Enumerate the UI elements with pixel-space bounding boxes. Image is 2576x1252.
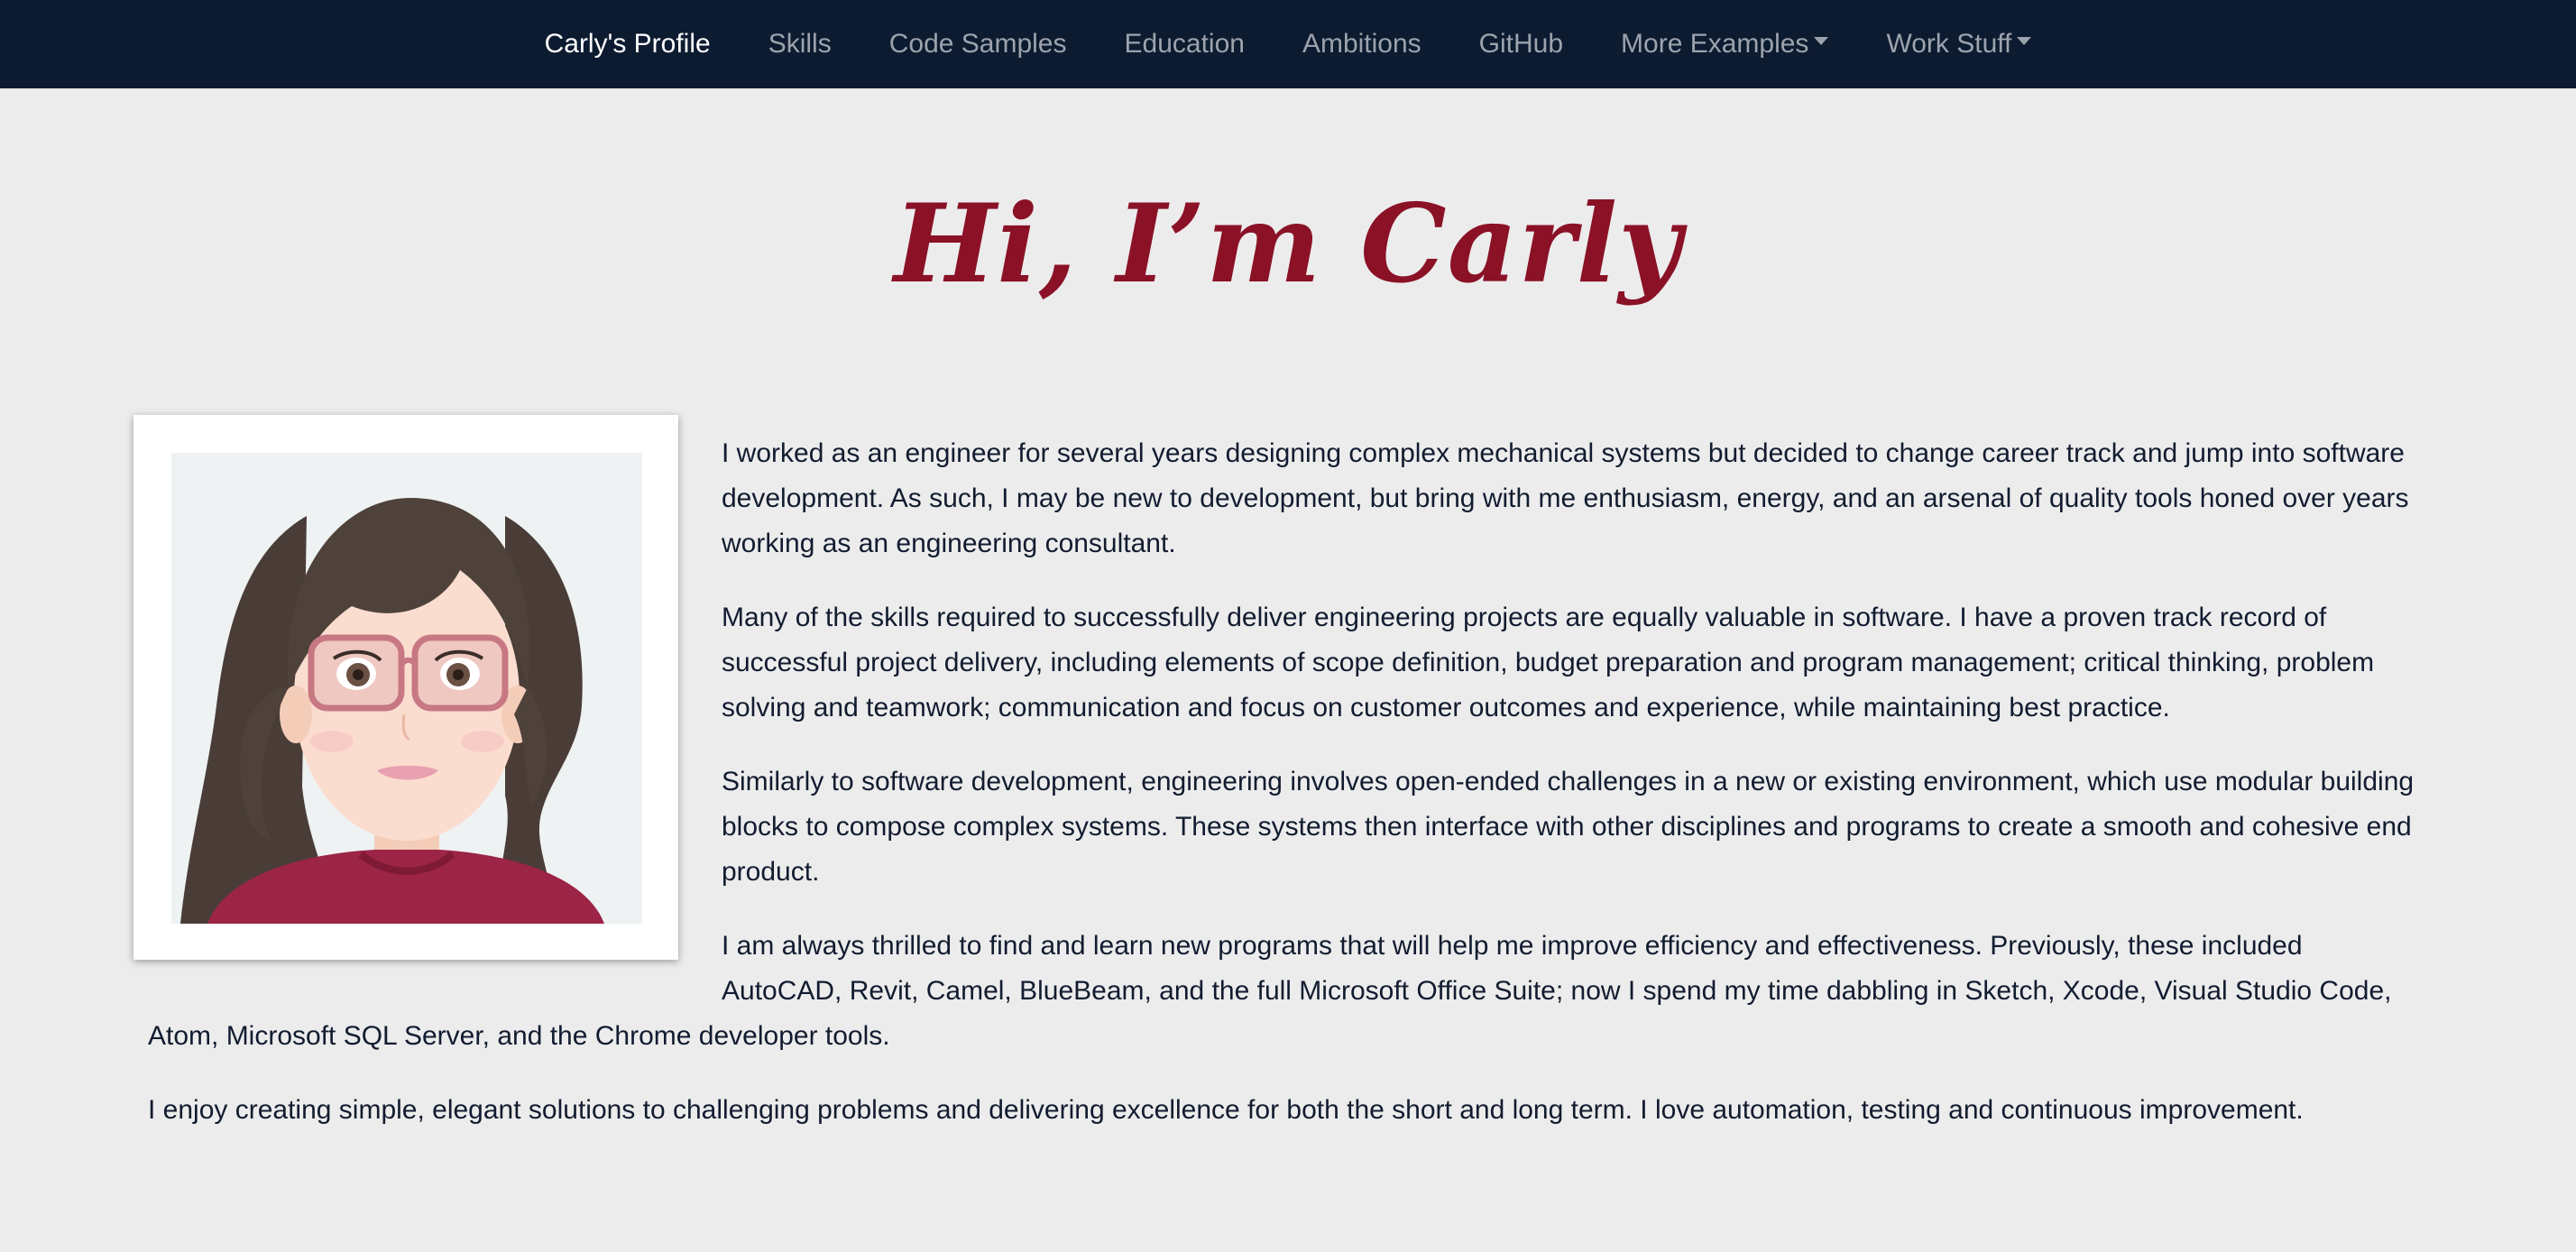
nav-item-carlys-profile[interactable]: Carly's Profile [516, 0, 740, 88]
about-paragraph-5: I enjoy creating simple, elegant solutio… [148, 1095, 2304, 1125]
nav-item-label: Ambitions [1302, 29, 1421, 59]
nav-item-github[interactable]: GitHub [1450, 0, 1592, 88]
nav-list: Carly's Profile Skills Code Samples Educ… [0, 0, 2576, 88]
nav-item-label: Code Samples [888, 29, 1067, 59]
nav-item-education[interactable]: Education [1096, 0, 1274, 88]
profile-photo [133, 415, 678, 960]
nav-item-label: More Examples [1621, 29, 1809, 59]
nav-item-label: Work Stuff [1886, 29, 2012, 59]
nav-dropdown-work-stuff[interactable]: Work Stuff [1857, 0, 2060, 88]
nav-item-skills[interactable]: Skills [740, 0, 860, 88]
nav-dropdown-more-examples[interactable]: More Examples [1592, 0, 1857, 88]
caret-down-icon [2017, 36, 2032, 45]
nav-item-label: Carly's Profile [544, 29, 711, 59]
top-navbar: Carly's Profile Skills Code Samples Educ… [0, 0, 2576, 88]
nav-item-label: Skills [768, 29, 832, 59]
nav-item-label: Education [1124, 29, 1245, 59]
about-section: I worked as an engineer for several year… [133, 415, 2421, 1162]
nav-item-label: GitHub [1478, 29, 1564, 59]
caret-down-icon [1814, 36, 1829, 45]
nav-item-code-samples[interactable]: Code Samples [860, 0, 1096, 88]
avatar-illustration-icon [171, 453, 642, 924]
page-title: Hi, I’m Carly [894, 180, 1682, 308]
nav-item-ambitions[interactable]: Ambitions [1274, 0, 1450, 88]
